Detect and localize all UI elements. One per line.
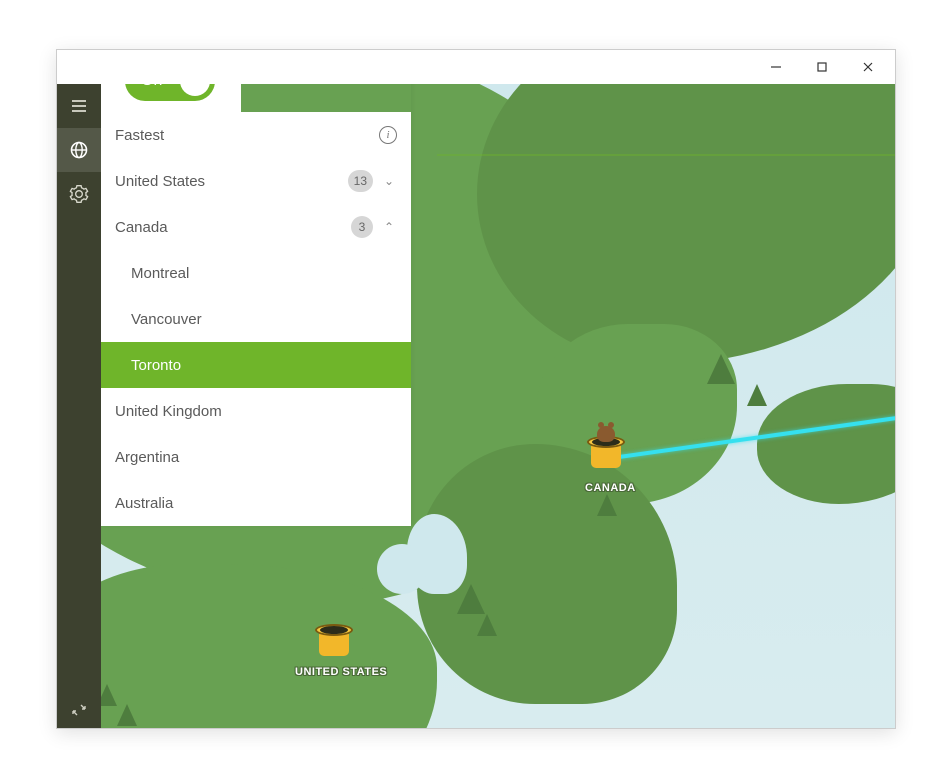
sidebar-locations-button[interactable] [57,128,101,172]
server-city-vancouver[interactable]: Vancouver [101,296,411,342]
map-node-canada[interactable] [587,436,625,468]
globe-icon [69,140,89,160]
window-minimize-button[interactable] [753,51,799,83]
server-city-toronto[interactable]: Toronto [101,342,411,388]
server-label: Australia [115,495,397,512]
server-fastest[interactable]: Fastest i [101,112,411,158]
main-area: CANADA UNITED STATES On [57,84,895,728]
server-label: Canada [115,219,343,236]
server-label: Fastest [115,127,371,144]
server-label: Montreal [131,265,397,282]
sidebar-collapse-button[interactable] [57,690,101,729]
bear-icon [597,426,615,442]
sidebar-settings-button[interactable] [57,172,101,216]
server-country-ca[interactable]: Canada 3 ⌃ [101,204,411,250]
chevron-up-icon: ⌃ [381,220,397,234]
sidebar [57,50,101,729]
map-label-us: UNITED STATES [295,666,387,678]
app-window: CANADA UNITED STATES On [56,49,896,729]
chevron-down-icon: ⌄ [381,174,397,188]
sidebar-menu-button[interactable] [57,84,101,128]
server-city-montreal[interactable]: Montreal [101,250,411,296]
header-divider [437,154,895,156]
server-label: United Kingdom [115,403,397,420]
gear-icon [69,184,89,204]
info-icon[interactable]: i [379,126,397,144]
server-list[interactable]: Fastest i United States 13 ⌄ Canada 3 ⌃ [101,112,411,526]
window-close-button[interactable] [845,51,891,83]
collapse-icon [71,702,87,718]
vpn-toggle[interactable]: On [125,84,215,101]
server-country-au[interactable]: Australia [101,480,411,526]
map-node-us[interactable] [315,624,353,656]
server-country-uk[interactable]: United Kingdom [101,388,411,434]
server-label: Toronto [131,357,397,374]
server-count-badge: 3 [351,216,373,238]
toggle-knob [180,84,210,96]
map-label-canada: CANADA [585,482,636,494]
server-country-ar[interactable]: Argentina [101,434,411,480]
server-count-badge: 13 [348,170,373,192]
server-label: Argentina [115,449,397,466]
window-titlebar [57,50,895,84]
server-country-us[interactable]: United States 13 ⌄ [101,158,411,204]
server-label: Vancouver [131,311,397,328]
window-maximize-button[interactable] [799,51,845,83]
server-label: United States [115,173,340,190]
server-panel: Fastest i United States 13 ⌄ Canada 3 ⌃ [101,84,411,526]
vpn-toggle-label: On [141,84,162,90]
